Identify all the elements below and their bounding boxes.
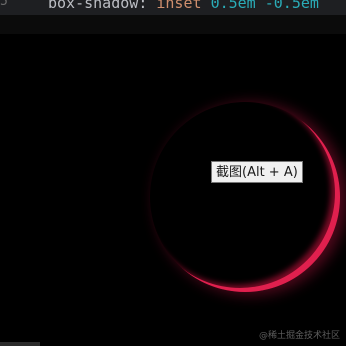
code-property: box-shadow: [48, 0, 139, 12]
code-value-2: -0.5em: [264, 0, 319, 12]
code-keyword: inset: [156, 0, 202, 12]
preview-stage: 截图(Alt + A): [0, 34, 346, 346]
screenshot-page: 5 box-shadow: inset 0.5em -0.5em 截图(Alt …: [0, 0, 346, 346]
watermark-text: @稀土掘金技术社区: [258, 331, 340, 341]
code-line: box-shadow: inset 0.5em -0.5em: [48, 0, 319, 12]
code-editor-strip: 5 box-shadow: inset 0.5em -0.5em: [0, 0, 346, 15]
crescent-moon-shape: [150, 102, 340, 292]
scrollbar[interactable]: [0, 342, 40, 346]
screenshot-tooltip: 截图(Alt + A): [211, 161, 303, 183]
editor-divider: [0, 15, 346, 34]
code-colon: :: [138, 0, 148, 12]
code-value-1: 0.5em: [210, 0, 256, 12]
line-number: 5: [0, 0, 8, 9]
